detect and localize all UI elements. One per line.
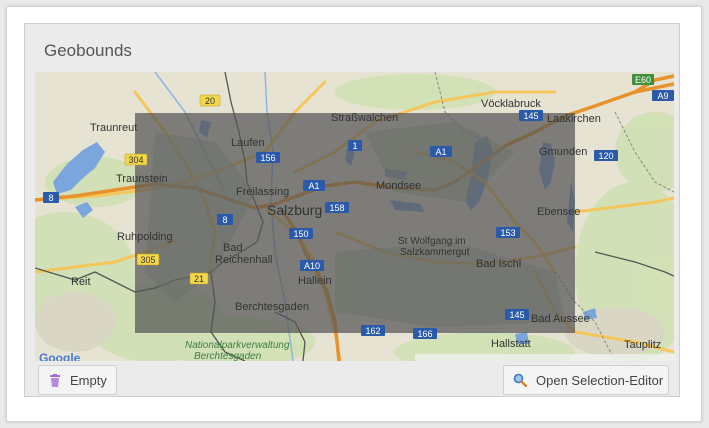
place-tauplitz: Tauplitz (624, 339, 661, 351)
empty-button[interactable]: Empty (38, 365, 117, 395)
empty-button-label: Empty (70, 372, 107, 388)
a10-shield: A10 (300, 260, 324, 271)
svg-text:1: 1 (352, 141, 357, 151)
place-salzburg: Salzburg (267, 202, 322, 218)
trash-icon (49, 373, 61, 387)
e60-shield: E60 (632, 74, 654, 85)
svg-text:145: 145 (509, 310, 524, 320)
place-strasswalchen: Straßwalchen (331, 112, 398, 124)
svg-text:20: 20 (205, 96, 215, 106)
svg-text:156: 156 (260, 153, 275, 163)
svg-text:A10: A10 (304, 261, 320, 271)
place-traunreut: Traunreut (90, 122, 137, 134)
a1b-shield: A1 (303, 180, 325, 191)
svg-text:304: 304 (128, 155, 143, 165)
place-np-line2: Berchtesgaden (194, 351, 262, 361)
r162-shield: 162 (361, 325, 385, 336)
svg-text:162: 162 (365, 326, 380, 336)
svg-text:E60: E60 (635, 75, 651, 85)
open-selection-editor-label: Open Selection-Editor (536, 372, 664, 388)
place-hallein: Hallein (298, 275, 332, 287)
a9-shield: A9 (652, 90, 674, 101)
place-gmunden: Gmunden (539, 146, 587, 158)
svg-text:8: 8 (48, 193, 53, 203)
place-np-line1: Nationalparkverwaltung (185, 340, 290, 351)
place-reit: Reit (71, 276, 91, 288)
place-freilassing: Freilassing (236, 186, 289, 198)
map-attribution-bar (415, 354, 674, 361)
r153-shield: 153 (496, 227, 520, 238)
svg-text:Google: Google (39, 351, 81, 361)
place-laufen: Laufen (231, 137, 265, 149)
r145b-shield: 145 (505, 309, 529, 320)
place-bad-reichenhall-line1: Bad (223, 242, 243, 254)
svg-text:145: 145 (523, 111, 538, 121)
place-laakirchen: Laakirchen (547, 113, 601, 125)
map-view[interactable]: E60 A9 20 145 304 156 1 A1 120 A1 8 8 15… (35, 72, 674, 361)
google-logo: Google (39, 351, 81, 361)
magnifier-icon (513, 373, 528, 388)
r8a-shield: 8 (43, 192, 59, 203)
place-bad-aussee: Bad Aussee (531, 313, 590, 325)
r166-shield: 166 (413, 328, 437, 339)
svg-text:A1: A1 (435, 147, 446, 157)
r305-shield: 305 (136, 253, 160, 266)
r158-shield: 158 (325, 202, 349, 213)
svg-text:120: 120 (598, 151, 613, 161)
r20-shield: 20 (199, 94, 221, 107)
svg-text:A1: A1 (308, 181, 319, 191)
svg-text:A9: A9 (657, 91, 668, 101)
r304-shield: 304 (124, 153, 148, 166)
svg-text:150: 150 (293, 229, 308, 239)
place-ruhpolding: Ruhpolding (117, 231, 173, 243)
place-bad-ischl: Bad Ischl (476, 258, 521, 270)
svg-text:158: 158 (329, 203, 344, 213)
place-mondsee: Mondsee (376, 180, 421, 192)
place-traunstein: Traunstein (116, 173, 168, 185)
open-selection-editor-button[interactable]: Open Selection-Editor (503, 365, 669, 395)
place-hallstatt: Hallstatt (491, 338, 531, 350)
place-bad-reichenhall-line2: Reichenhall (215, 254, 272, 266)
a1a-shield: A1 (430, 146, 452, 157)
panel-title: Geobounds (44, 41, 132, 60)
place-ebensee: Ebensee (537, 206, 580, 218)
r150-shield: 150 (289, 228, 313, 239)
place-berchtesgaden: Berchtesgaden (235, 301, 309, 313)
r156-shield: 156 (256, 152, 280, 163)
svg-text:153: 153 (500, 228, 515, 238)
r21-shield: 21 (189, 272, 209, 285)
r1-shield: 1 (348, 140, 362, 151)
r8b-shield: 8 (217, 214, 233, 225)
place-st-wolfgang-line1: St Wolfgang im (398, 236, 466, 247)
svg-text:8: 8 (222, 215, 227, 225)
r120-shield: 120 (594, 150, 618, 161)
r145a-shield: 145 (519, 110, 543, 121)
svg-text:166: 166 (417, 329, 432, 339)
place-voecklabruck: Vöcklabruck (481, 98, 541, 110)
svg-text:305: 305 (140, 255, 155, 265)
place-st-wolfgang-line2: Salzkammergut (400, 247, 470, 258)
svg-text:21: 21 (194, 274, 204, 284)
